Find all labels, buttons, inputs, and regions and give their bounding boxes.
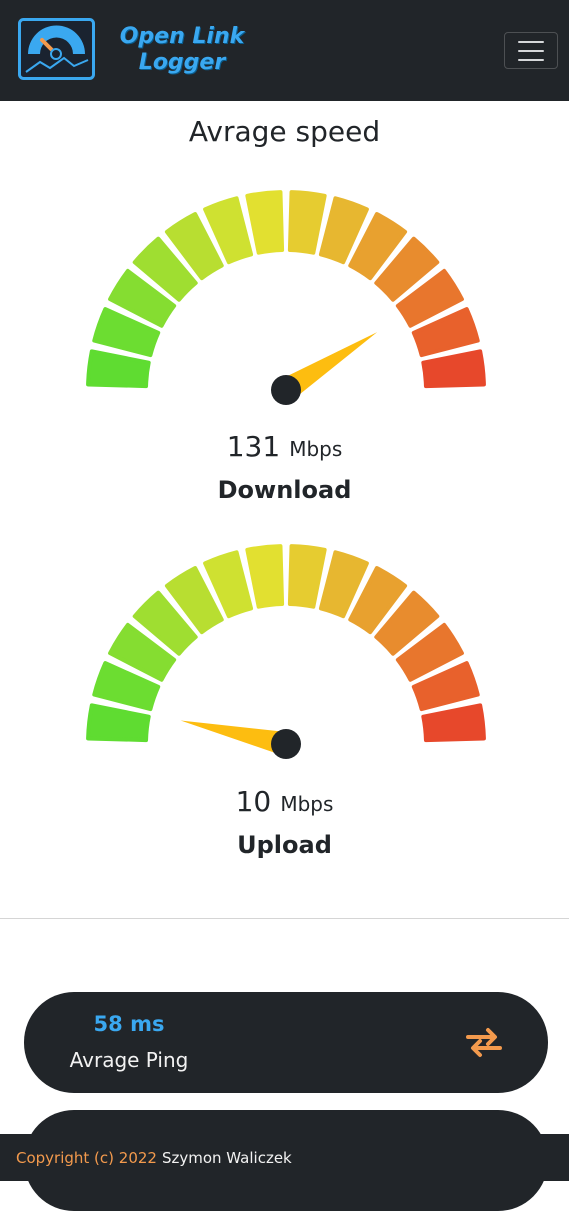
menu-toggle-button[interactable] bbox=[504, 32, 558, 69]
gauge-segment bbox=[421, 349, 486, 389]
divider bbox=[0, 918, 569, 919]
gauge-segment bbox=[86, 703, 151, 743]
download-gauge-svg bbox=[86, 190, 486, 405]
upload-label: Upload bbox=[237, 831, 332, 859]
download-value: 131 Mbps bbox=[0, 430, 569, 463]
gauge-segment bbox=[287, 544, 327, 609]
gauge-segment bbox=[287, 190, 327, 255]
download-speed-number: 131 bbox=[226, 430, 281, 463]
gauge-segment bbox=[245, 190, 285, 255]
upload-gauge-svg bbox=[86, 544, 486, 759]
upload-gauge bbox=[80, 539, 492, 759]
upload-speed-number: 10 bbox=[235, 785, 272, 818]
ping-label: Avrage Ping bbox=[69, 1048, 189, 1072]
author-name: Szymon Waliczek bbox=[161, 1148, 292, 1167]
navbar: Open Link Logger bbox=[0, 0, 569, 101]
gauge-hub bbox=[271, 375, 301, 405]
download-gauge bbox=[80, 185, 492, 405]
footer: Copyright (c) 2022 Szymon Waliczek bbox=[0, 1134, 569, 1181]
ping-value: 58 ms bbox=[93, 1012, 165, 1036]
logo-text[interactable]: Open Link Logger bbox=[102, 24, 262, 76]
swap-arrows-icon bbox=[464, 1025, 504, 1059]
copyright-text: Copyright (c) 2022 bbox=[16, 1148, 157, 1167]
logo-icon[interactable] bbox=[18, 18, 95, 80]
download-speed-unit: Mbps bbox=[289, 437, 343, 461]
logo-line-2: Logger bbox=[138, 50, 226, 75]
gauge-segment bbox=[86, 349, 151, 389]
gauge-hub bbox=[271, 729, 301, 759]
hamburger-icon bbox=[518, 40, 544, 43]
page-title: Avrage speed bbox=[188, 115, 381, 148]
logo-line-1: Open Link bbox=[119, 24, 245, 49]
upload-value: 10 Mbps bbox=[0, 785, 569, 818]
download-label: Download bbox=[217, 476, 352, 504]
gauge-segment bbox=[421, 703, 486, 743]
ping-card[interactable]: 58 ms Avrage Ping bbox=[24, 992, 548, 1093]
upload-speed-unit: Mbps bbox=[280, 792, 334, 816]
gauge-segment bbox=[245, 544, 285, 609]
